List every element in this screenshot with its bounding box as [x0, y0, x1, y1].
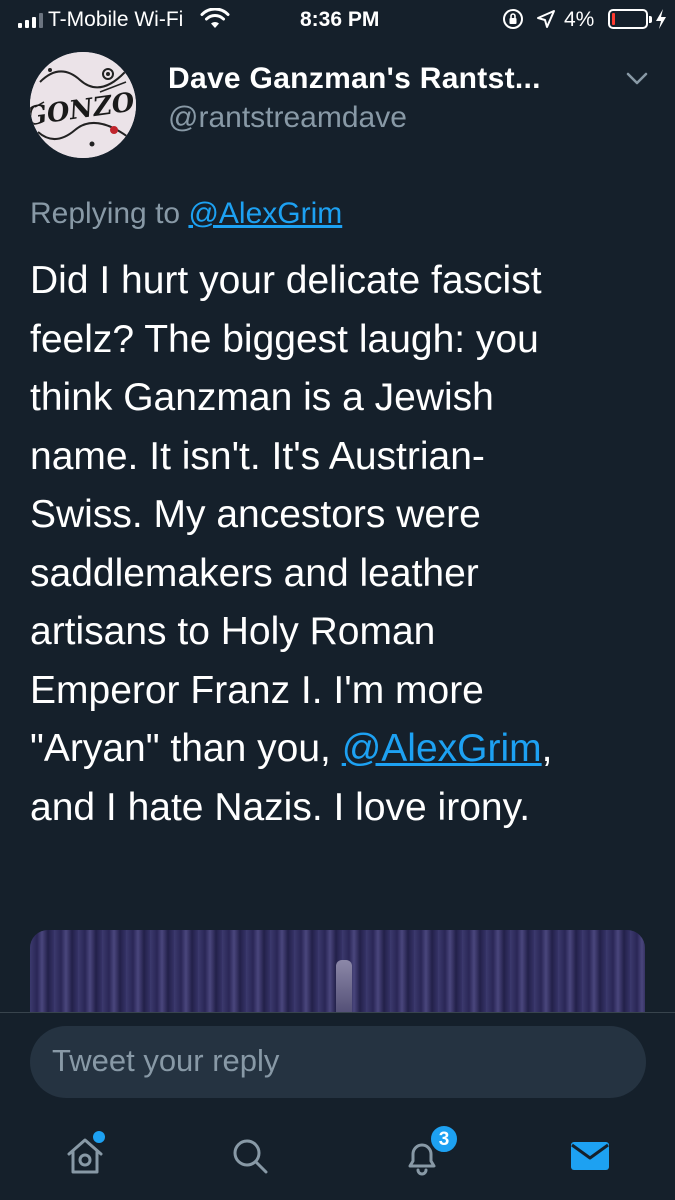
search-icon [233, 1139, 268, 1174]
author-avatar[interactable]: GONZO [30, 52, 136, 158]
tweet-text-line: artisans to Holy Roman [30, 610, 436, 653]
tweet-text-line: and I hate Nazis. I love irony. [30, 785, 531, 829]
author-handle[interactable]: @rantstreamdave [168, 101, 407, 135]
mention-link[interactable]: @AlexGrim [342, 727, 542, 770]
tweet-text-line: think Ganzman is a Jewish [30, 376, 494, 419]
battery-percent: 4% [564, 8, 595, 31]
reply-input-placeholder: Tweet your reply [52, 1043, 280, 1078]
tab-messages[interactable] [562, 1128, 618, 1184]
tweet-text: Did I hurt your delicate fascist feelz? … [30, 252, 650, 837]
replying-to-mention-link[interactable]: @AlexGrim [188, 197, 342, 230]
tweet-text-segment: "Aryan" than you, [30, 727, 342, 770]
tweet-text-line: "Aryan" than you, @AlexGrim, [30, 720, 650, 779]
battery-icon [608, 9, 652, 29]
orientation-lock-icon [503, 9, 523, 29]
tweet-text-line: Swiss. My ancestors were [30, 493, 481, 536]
battery-level-fill [612, 13, 615, 25]
tab-search[interactable] [222, 1128, 278, 1184]
notifications-count-badge: 3 [428, 1123, 460, 1155]
media-figure [336, 960, 352, 1020]
charging-bolt-icon [656, 9, 666, 29]
replying-to-line: Replying to @AlexGrim [30, 197, 342, 231]
location-arrow-icon [537, 10, 555, 28]
tweet-media-image[interactable] [30, 930, 645, 1020]
replying-to-label: Replying to [30, 197, 189, 230]
gonzo-logo: GONZO [30, 52, 136, 158]
cellular-signal-icon [18, 12, 43, 28]
tweet-text-line: saddlemakers and leather [30, 551, 479, 595]
author-name[interactable]: Dave Ganzman's Rantst... [168, 62, 541, 96]
home-new-badge [93, 1131, 105, 1143]
tweet-text-segment: , [541, 727, 553, 770]
carrier-label: T-Mobile Wi-Fi [48, 8, 184, 31]
tweet-text-line: name. It isn't. It's Austrian- [30, 434, 485, 478]
wifi-icon [200, 8, 230, 28]
status-bar: T-Mobile Wi-Fi 8:36 PM 4% [0, 0, 675, 40]
mail-icon [571, 1142, 609, 1170]
chevron-down-icon[interactable] [624, 68, 650, 88]
tweet-text-line: Did I hurt your delicate fascist [30, 259, 542, 302]
clock: 8:36 PM [300, 8, 380, 31]
tweet-text-line: Emperor Franz I. I'm more [30, 668, 484, 712]
tweet-text-line: feelz? The biggest laugh: you [30, 317, 539, 361]
